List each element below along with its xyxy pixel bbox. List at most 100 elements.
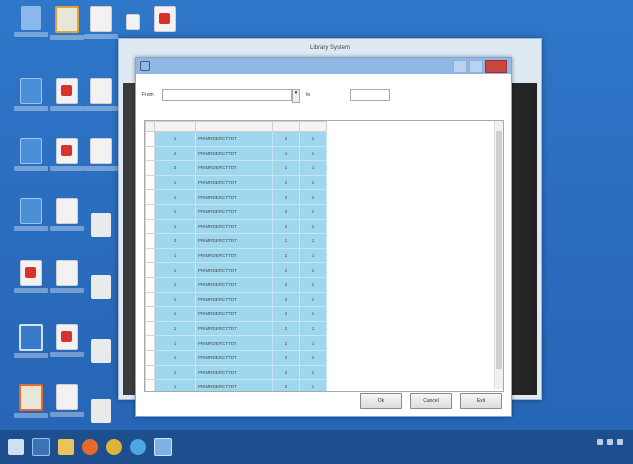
app-icon[interactable] xyxy=(154,438,172,456)
internet-explorer-icon[interactable] xyxy=(130,439,146,455)
table-cell: 1 xyxy=(154,349,196,366)
small-file-icon[interactable] xyxy=(84,206,118,240)
column-header[interactable] xyxy=(299,121,327,132)
table-cell: 1 xyxy=(154,131,196,147)
ok-button[interactable]: Ok xyxy=(360,393,402,409)
windows-start-icon[interactable] xyxy=(8,439,24,455)
row-selector[interactable] xyxy=(145,131,155,147)
network-icon[interactable] xyxy=(597,439,603,445)
row-selector[interactable] xyxy=(145,364,155,381)
table-row[interactable]: 1 PRIMRDERCTTDT 2 1 xyxy=(145,276,327,293)
row-selector[interactable] xyxy=(145,320,155,337)
row-selector[interactable] xyxy=(145,291,155,308)
small-file-icon[interactable] xyxy=(84,392,118,426)
table-row[interactable]: 1 PRIMRDERCTTDT 2 1 xyxy=(145,203,327,220)
table-row[interactable]: 1 PRIMRDERCTTDT 2 1 xyxy=(145,291,327,308)
table-row[interactable]: 1 PRIMRDERCTTDT 2 1 xyxy=(145,306,327,322)
small-file-icon[interactable] xyxy=(84,332,118,366)
column-header[interactable] xyxy=(154,121,196,132)
flag-icon[interactable] xyxy=(617,439,623,445)
firefox-icon[interactable] xyxy=(14,384,48,418)
app-icon[interactable] xyxy=(14,198,48,232)
recycle-bin-icon[interactable] xyxy=(14,6,48,40)
app-icon[interactable] xyxy=(14,138,48,172)
pdf-icon[interactable] xyxy=(148,6,182,40)
store-icon[interactable] xyxy=(32,438,50,456)
cancel-button[interactable]: Cancel xyxy=(410,393,452,409)
maximize-button[interactable] xyxy=(469,60,483,73)
table-row[interactable]: 1 PRIMRDERCTTDT 2 1 xyxy=(145,131,327,147)
volume-icon[interactable] xyxy=(607,439,613,445)
table-row[interactable]: 1 PRIMRDERCTTDT 2 1 xyxy=(145,247,327,264)
table-cell: PRIMRDERCTTDT xyxy=(195,160,273,176)
pdf-icon[interactable] xyxy=(50,138,84,172)
row-selector[interactable] xyxy=(145,145,155,162)
column-header[interactable] xyxy=(195,121,273,132)
table-row[interactable]: 1 PRIMRDERCTTDT 2 1 xyxy=(145,379,327,391)
chrome-icon[interactable] xyxy=(106,439,122,455)
document-icon[interactable] xyxy=(50,198,84,232)
table-row[interactable]: 1 PRIMRDERCTTDT 2 1 xyxy=(145,262,327,278)
pdf-icon[interactable] xyxy=(50,78,84,112)
row-selector[interactable] xyxy=(145,218,155,235)
row-selector[interactable] xyxy=(145,174,155,191)
filter-row: From ▾ to xyxy=(140,86,510,106)
row-selector[interactable] xyxy=(145,203,155,220)
row-selector[interactable] xyxy=(145,306,155,322)
table-row[interactable]: 1 PRIMRDERCTTDT 2 1 xyxy=(145,174,327,191)
table-row[interactable]: 1 PRIMRDERCTTDT 2 1 xyxy=(145,349,327,366)
close-button[interactable] xyxy=(485,60,507,73)
vertical-scrollbar[interactable] xyxy=(494,121,503,389)
table-cell: PRIMRDERCTTDT xyxy=(195,233,273,249)
data-grid[interactable]: 1 PRIMRDERCTTDT 2 1 2 PRIMRDERCTTDT 1 1 3 PRIMRDE… xyxy=(144,120,504,392)
row-selector[interactable] xyxy=(145,379,155,391)
control-panel-icon[interactable] xyxy=(14,324,48,358)
table-row[interactable]: 3 PRIMRDERCTTDT 1 1 xyxy=(145,233,327,249)
document-icon[interactable] xyxy=(50,384,84,418)
small-file-icon[interactable] xyxy=(84,268,118,302)
table-cell: 1 xyxy=(299,320,327,337)
minimize-button[interactable] xyxy=(453,60,467,73)
document-icon[interactable] xyxy=(84,6,118,40)
table-cell: 2 xyxy=(154,145,196,162)
column-header[interactable] xyxy=(272,121,300,132)
table-cell: PRIMRDERCTTDT xyxy=(195,145,273,162)
table-row[interactable]: 1 PRIMRDERCTTDT 2 1 xyxy=(145,335,327,351)
table-row[interactable]: 3 PRIMRDERCTTDT 1 1 xyxy=(145,160,327,176)
row-selector[interactable] xyxy=(145,160,155,176)
document-icon[interactable] xyxy=(50,260,84,294)
table-cell: 1 xyxy=(154,262,196,278)
table-row[interactable]: 2 PRIMRDERCTTDT 1 1 xyxy=(145,145,327,162)
file-explorer-icon[interactable] xyxy=(58,439,74,455)
table-cell: 1 xyxy=(299,276,327,293)
document-icon[interactable] xyxy=(84,78,118,112)
system-tray xyxy=(597,439,627,445)
document-icon[interactable] xyxy=(84,138,118,172)
table-cell: 1 xyxy=(299,291,327,308)
table-row[interactable]: 1 PRIMRDERCTTDT 2 1 xyxy=(145,189,327,205)
browser-icon[interactable] xyxy=(50,6,84,40)
table-cell: 2 xyxy=(272,335,300,351)
row-selector[interactable] xyxy=(145,276,155,293)
row-selector[interactable] xyxy=(145,262,155,278)
row-selector[interactable] xyxy=(145,335,155,351)
table-cell: 1 xyxy=(299,233,327,249)
row-selector[interactable] xyxy=(145,247,155,264)
table-row[interactable]: 1 PRIMRDERCTTDT 2 1 xyxy=(145,218,327,235)
column-header[interactable] xyxy=(145,121,155,132)
row-selector[interactable] xyxy=(145,189,155,205)
firefox-icon[interactable] xyxy=(82,439,98,455)
scrollbar-thumb[interactable] xyxy=(496,131,502,369)
table-row[interactable]: 1 PRIMRDERCTTDT 2 1 xyxy=(145,320,327,337)
to-input[interactable] xyxy=(350,89,390,101)
from-input[interactable] xyxy=(162,89,292,101)
app-icon[interactable] xyxy=(14,78,48,112)
pdf-icon[interactable] xyxy=(50,324,84,358)
table-cell: 2 xyxy=(272,349,300,366)
row-selector[interactable] xyxy=(145,349,155,366)
from-spinner[interactable]: ▾ xyxy=(292,89,300,103)
exit-button[interactable]: Exit xyxy=(460,393,502,409)
table-row[interactable]: 1 PRIMRDERCTTDT 2 1 xyxy=(145,364,327,381)
row-selector[interactable] xyxy=(145,233,155,249)
pdf-icon[interactable] xyxy=(14,260,48,294)
